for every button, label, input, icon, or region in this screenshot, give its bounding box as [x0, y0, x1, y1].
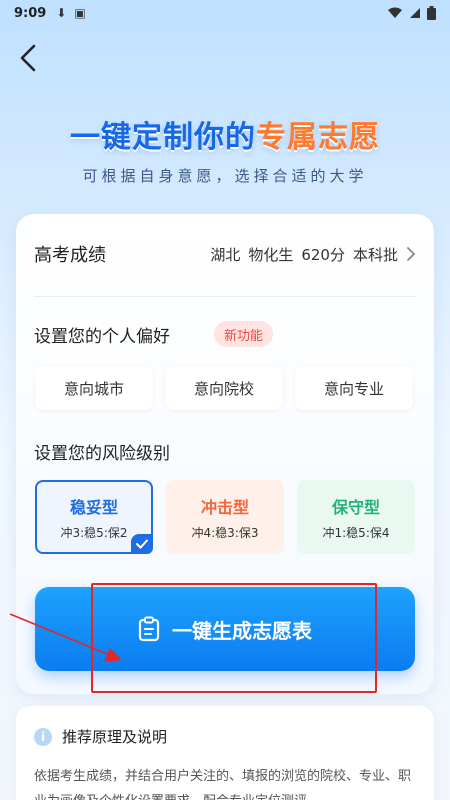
chevron-left-icon [20, 44, 36, 72]
pref-major-button[interactable]: 意向专业 [295, 366, 413, 410]
chevron-right-icon [407, 247, 416, 261]
annotation-arrow-icon [9, 613, 122, 662]
risk-ratio: 冲1:稳5:保4 [322, 525, 390, 540]
new-feature-badge: 新功能 [214, 321, 274, 347]
info-icon: i [34, 727, 52, 746]
checkmark-icon [131, 534, 153, 554]
risk-name: 保守型 [331, 497, 380, 517]
risk-option-rush[interactable]: 冲击型 冲4:稳3:保3 [166, 480, 284, 554]
hero-title-main: 一键定制你的 [70, 120, 256, 155]
battery-icon [427, 6, 436, 20]
pref-city-button[interactable]: 意向城市 [35, 366, 153, 410]
back-button[interactable] [12, 42, 44, 74]
score-values: 湖北 物化生 620分 本科批 [210, 244, 416, 265]
info-header: i 推荐原理及说明 [34, 726, 167, 747]
risk-option-stable[interactable]: 稳妥型 冲3:稳5:保2 [35, 480, 153, 554]
download-icon: ⬇ [56, 6, 67, 20]
info-title: 推荐原理及说明 [62, 728, 168, 746]
signal-icon [410, 8, 420, 18]
risk-ratio: 冲3:稳5:保2 [60, 525, 128, 540]
divider [34, 296, 416, 297]
info-card: i 推荐原理及说明 依据考生成绩，并结合用户关注的、填报的浏览的院校、专业、职业… [16, 706, 434, 800]
risk-option-conservative[interactable]: 保守型 冲1:稳5:保4 [297, 480, 415, 554]
score-row[interactable]: 高考成绩 湖北 物化生 620分 本科批 [16, 214, 434, 294]
hero-title: 一键定制你的专属志愿 [0, 112, 450, 156]
risk-ratio: 冲4:稳3:保3 [191, 525, 259, 540]
status-time: 9:09 [14, 5, 47, 21]
hero-title-accent: 专属志愿 [256, 120, 380, 155]
risk-name: 冲击型 [200, 497, 249, 517]
status-bar: 9:09 ⬇ ▣ [0, 0, 450, 26]
score-points: 620分 [301, 245, 345, 264]
score-batch: 本科批 [352, 245, 398, 264]
score-province: 湖北 [210, 245, 241, 264]
score-label: 高考成绩 [34, 245, 106, 266]
risk-title: 设置您的风险级别 [34, 444, 170, 464]
app-notification-icon: ▣ [74, 6, 86, 20]
hero-subtitle: 可根据自身意愿，选择合适的大学 [82, 167, 368, 185]
wifi-icon [388, 7, 402, 18]
pref-college-button[interactable]: 意向院校 [165, 366, 283, 410]
risk-name: 稳妥型 [69, 497, 118, 517]
info-text: 依据考生成绩，并结合用户关注的、填报的浏览的院校、专业、职业为画像及个性化设置要… [34, 769, 412, 800]
preferences-title: 设置您的个人偏好 [34, 327, 170, 347]
score-subjects: 物化生 [248, 245, 294, 264]
